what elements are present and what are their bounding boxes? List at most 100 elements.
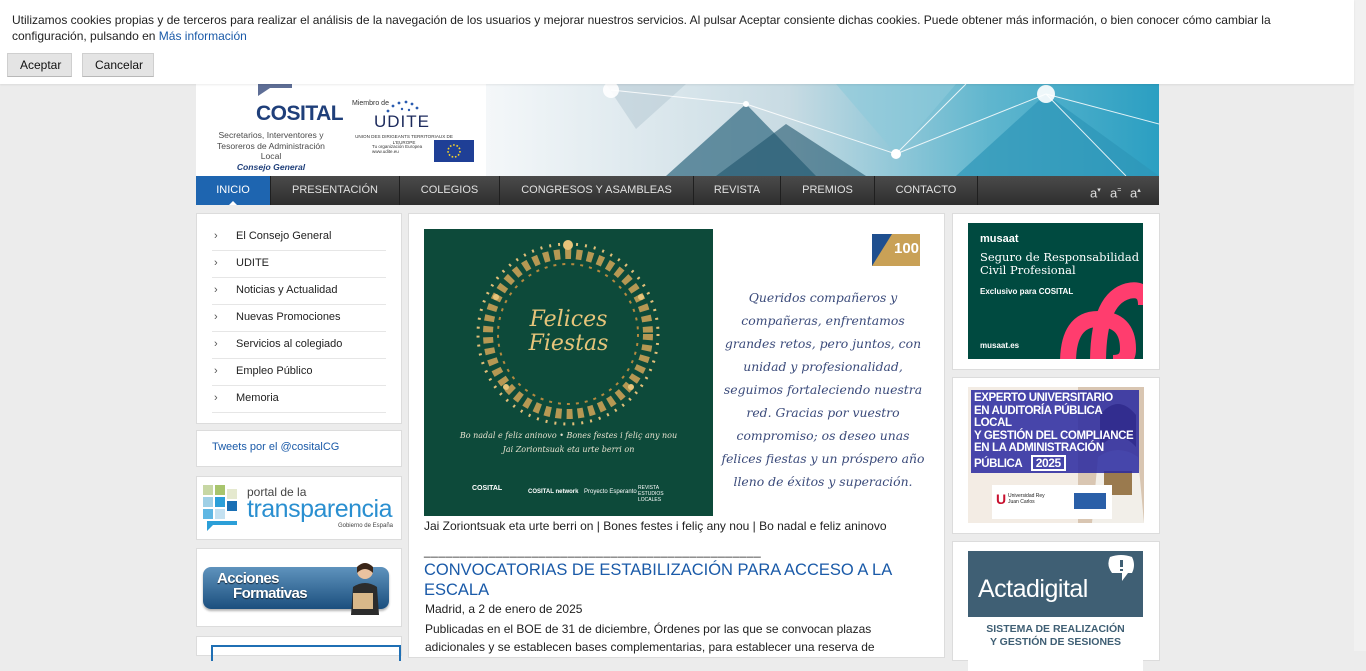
news-title-link[interactable]: CONVOCATORIAS DE ESTABILIZACIÓN PARA ACC… [424,560,924,600]
greeting-languages-line: Jai Zoriontsuak eta urte berri on [502,445,635,454]
urjc-logo-icon: U [996,491,1007,507]
scrollbar-track[interactable] [1354,0,1366,651]
actadigital-sub-line: SISTEMA DE REALIZACIÓN [986,623,1125,635]
transparencia-banner[interactable]: portal de la transparencia Gobierno de E… [196,476,402,540]
acciones-line: Formativas [233,585,308,602]
udite-tagline: Tu organización Europea www.udite.eu [372,144,422,154]
christmas-greeting-image[interactable]: Felices Fiestas Bo nadal e feliz aninovo… [424,229,713,516]
sidebar-item-servicios[interactable]: › Servicios al colegiado [212,331,386,359]
sidebar-item-empleo[interactable]: › Empleo Público [212,358,386,386]
sidebar-item-promociones[interactable]: › Nuevas Promociones [212,304,386,332]
font-reset-button[interactable]: a= [1110,176,1121,205]
nav-colegios[interactable]: COLEGIOS [400,176,500,205]
separator-line: ________________________________________… [424,544,762,558]
sidebar-item-label: Empleo Público [236,365,313,377]
acciones-formativas-banner[interactable]: Acciones Formativas [196,548,402,627]
urjc-name: Universidad Rey Juan Carlos [1008,493,1045,505]
chevron-right-icon: › [214,230,218,242]
cosital-mark-icon [258,84,292,96]
partner-logo-icon [1074,493,1106,509]
experto-logos-strip: U Universidad Rey Juan Carlos [992,485,1112,519]
nav-congresos-asambleas[interactable]: CONGRESOS Y ASAMBLEAS [500,176,694,205]
nav-inicio[interactable]: INICIO [196,176,271,205]
sidebar-item-consejo-general[interactable]: › El Consejo General [212,223,386,251]
nav-contacto[interactable]: CONTACTO [875,176,978,205]
experto-universitario-ad[interactable]: EXPERTO UNIVERSITARIO EN AUDITORÍA PÚBLI… [968,387,1144,523]
sidebar-item-label: UDITE [236,257,269,269]
tweets-link[interactable]: Tweets por el @cositalCG [212,441,339,453]
chevron-right-icon: › [214,365,218,377]
actadigital-subtitle: SISTEMA DE REALIZACIÓN Y GESTIÓN DE SESI… [968,623,1143,649]
actadigital-ad[interactable]: Actadigital SISTEMA DE REALIZACIÓN Y GES… [968,551,1143,671]
more-info-link[interactable]: Más información [159,29,247,43]
centenary-badge: 100 [872,234,920,266]
tweets-panel: Tweets por el @cositalCG [196,430,402,467]
main-content: Felices Fiestas Bo nadal e feliz aninovo… [408,213,945,658]
cosital-sub-line: Consejo General [236,161,306,172]
sidebar-item-label: El Consejo General [236,230,332,242]
logo-esperanto: Proyecto Esperanto [584,489,637,495]
cosital-logo[interactable]: COSITAL Secretarios, Interventores y Tes… [206,84,344,174]
image-caption: Jai Zoriontsuak eta urte berri on | Bone… [424,519,887,533]
cosital-sub-line: Secretarios, Interventores y [218,130,324,140]
ad-panel-musaat: musaat Seguro de Responsabilidad Civil P… [952,213,1160,370]
sidebar-item-label: Memoria [236,392,279,404]
chevron-right-icon: › [214,311,218,323]
nav-revista[interactable]: REVISTA [694,176,781,205]
nav-presentacion[interactable]: PRESENTACIÓN [271,176,400,205]
experto-line: Y GESTIÓN DEL COMPLIANCE [974,429,1134,442]
font-larger-button[interactable]: a▴ [1130,176,1141,205]
sidebar-item-udite[interactable]: › UDITE [212,250,386,278]
logo-cosital-small: COSITAL [472,485,503,492]
active-caret-icon [229,201,237,205]
experto-line: PÚBLICA [974,457,1022,470]
font-smaller-button[interactable]: a▾ [1090,176,1101,205]
main-navigation: INICIO PRESENTACIÓN COLEGIOS CONGRESOS Y… [196,176,1159,205]
sidebar-item-label: Servicios al colegiado [236,338,343,350]
musaat-title: Seguro de Responsabilidad Civil Profesio… [980,250,1140,277]
experto-line: EXPERTO UNIVERSITARIO [974,392,1113,404]
cosital-wordmark: COSITAL [256,102,344,125]
woman-with-folder-icon [351,563,379,615]
transparencia-mosaic-icon [203,485,237,531]
accept-cookies-button[interactable]: Aceptar [7,53,72,77]
news-date: Madrid, a 2 de enero de 2025 [425,602,583,616]
udite-wordmark: UDITE [374,112,430,131]
transparencia-title: transparencia [247,495,392,523]
experto-title: EXPERTO UNIVERSITARIO EN AUDITORÍA PÚBLI… [971,390,1139,473]
site-header: COSITAL Secretarios, Interventores y Tes… [196,84,1159,176]
udite-logo[interactable]: Miembro de UDITE UNION DES DIRIGEANTS TE… [352,98,482,170]
sidebar-item-noticias[interactable]: › Noticias y Actualidad [212,277,386,305]
experto-line: EN LA ADMINISTRACIÓN [974,442,1104,454]
logo-revista: REVISTA ESTUDIOS LOCALES [638,485,664,503]
nav-premios[interactable]: PREMIOS [781,176,875,205]
actadigital-sub-line: Y GESTIÓN DE SESIONES [989,636,1122,648]
nav-label: INICIO [216,184,250,196]
speech-bubble-icon [1108,555,1134,581]
header-network-graphic [486,84,1159,176]
acciones-line: Acciones [217,570,280,587]
badge-number: 100 [894,240,920,257]
chevron-right-icon: › [214,392,218,404]
wreath-title-line: Fiestas [528,331,609,356]
sidebar-item-memoria[interactable]: › Memoria [212,385,386,413]
experto-line: EN AUDITORÍA PÚBLICA LOCAL [974,404,1102,430]
ad-panel-actadigital: Actadigital SISTEMA DE REALIZACIÓN Y GES… [952,541,1160,671]
musaat-brand: musaat [980,233,1019,245]
sidebar-extra-box [211,645,401,661]
sidebar-item-label: Noticias y Actualidad [236,284,338,296]
musaat-loop-graphic-icon [1060,282,1143,359]
council-of-europe-flag-icon [434,140,474,162]
greeting-languages-line: Bo nadal e feliz aninovo • Bones festes … [459,431,678,440]
chevron-right-icon: › [214,257,218,269]
transparencia-subtitle: Gobierno de España [337,523,393,529]
musaat-ad[interactable]: musaat Seguro de Responsabilidad Civil P… [968,223,1143,359]
sidebar-menu: › El Consejo General › UDITE › Noticias y A… [196,213,402,424]
cookie-banner: Utilizamos cookies propias y de terceros… [0,0,1354,84]
musaat-url: musaat.es [980,341,1020,350]
wreath-title-line: Felices [529,307,608,332]
logo-network: COSITAL network [528,489,579,495]
cancel-cookies-button[interactable]: Cancelar [82,53,154,77]
cookie-message: Utilizamos cookies propias y de terceros… [12,12,1302,44]
chevron-right-icon: › [214,284,218,296]
